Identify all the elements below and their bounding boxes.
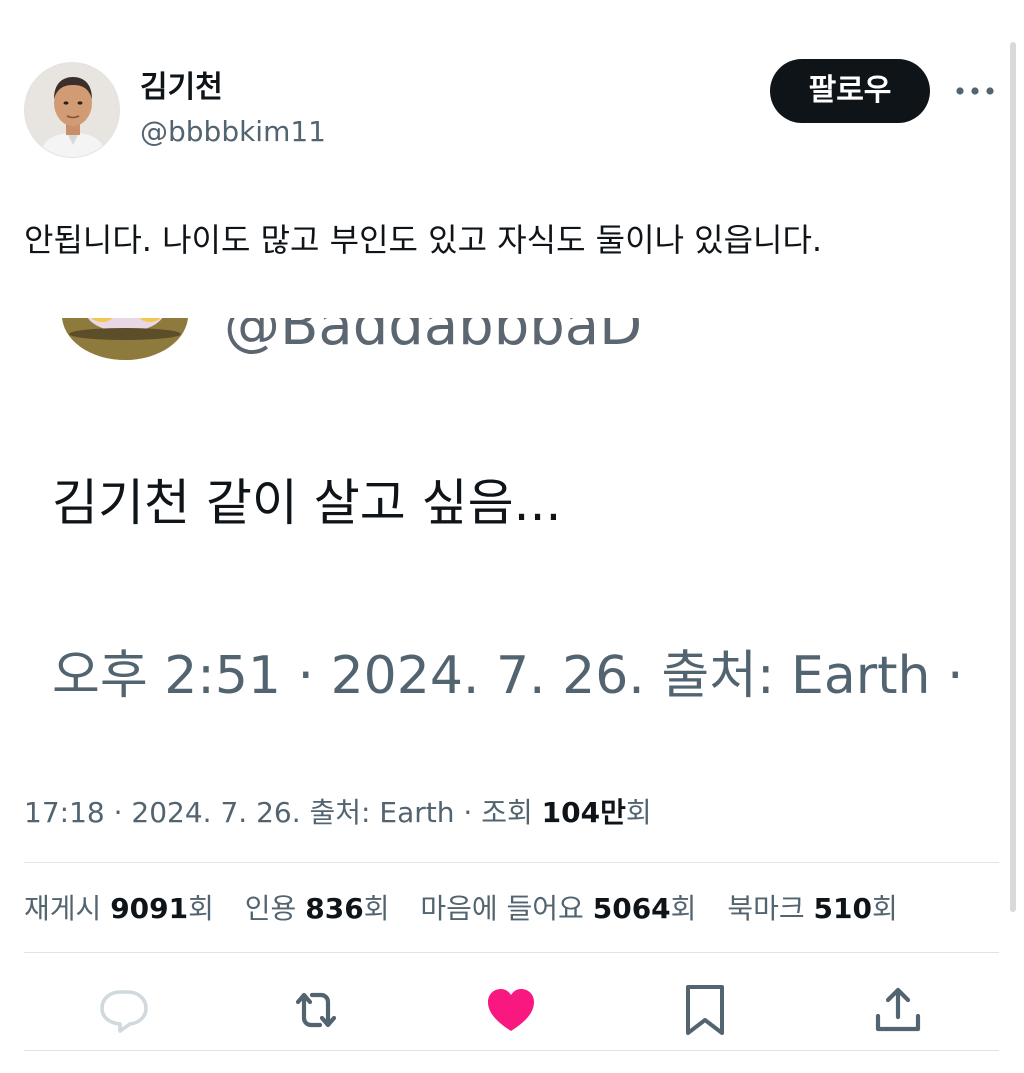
tweet-text: 안됩니다. 나이도 많고 부인도 있고 자식도 둘이나 있읍니다. [24,221,823,259]
bookmarks-stat[interactable]: 북마크 510회 [727,892,897,925]
embedded-tweet-meta: 오후 2:51 · 2024. 7. 26. 출처: Earth · [52,646,964,706]
tweet-date[interactable]: 2024. 7. 26. [131,796,300,829]
tweet-time[interactable]: 17:18 [24,796,105,829]
tweet-meta: 17:18 · 2024. 7. 26. 출처: Earth · 조회 104만… [24,793,652,833]
bookmarks-label: 북마크 [727,892,805,925]
divider [24,952,999,953]
reply-button[interactable] [96,982,152,1038]
author-display-name[interactable]: 김기천 [140,70,223,106]
quotes-label: 인용 [244,892,297,925]
divider [24,1050,999,1051]
quotes-stat[interactable]: 인용 836회 [245,892,390,925]
reposts-stat[interactable]: 재게시 9091회 [24,892,214,925]
stat-suffix: 회 [670,892,697,925]
retweet-button[interactable] [288,982,344,1038]
views-label: 조회 [481,796,533,829]
embedded-handle: @BaddabbbaD [224,318,643,358]
like-button[interactable] [483,982,539,1038]
stat-suffix: 회 [871,892,898,925]
profile-photo-icon [25,63,119,157]
share-button[interactable] [870,982,926,1038]
likes-stat[interactable]: 마음에 들어요 5064회 [420,892,696,925]
embedded-screenshot[interactable]: @BaddabbbaD 김기천 같이 살고 싶음... 오후 2:51 · 20… [24,318,1004,738]
author-avatar[interactable] [24,62,120,158]
retweet-icon [295,992,337,1028]
more-horizontal-icon [956,87,994,95]
stat-suffix: 회 [188,892,214,925]
reply-icon [100,990,148,1033]
divider [24,862,999,863]
bookmark-icon [686,985,724,1035]
bookmark-button[interactable] [677,982,733,1038]
follow-button[interactable]: 팔로우 [770,59,930,123]
views-count: 104만 [541,796,626,829]
tweet-source: 출처: Earth [309,796,455,829]
reposts-label: 재게시 [24,892,102,925]
share-icon [875,987,921,1032]
reposts-count: 9091 [110,892,189,925]
embedded-tweet-text: 김기천 같이 살고 싶음... [52,474,562,532]
bookmarks-count: 510 [813,892,872,925]
more-options-button[interactable] [950,76,1000,106]
engagement-stats: 재게시 9091회 인용 836회 마음에 들어요 5064회 북마크 510회 [24,887,920,931]
likes-label: 마음에 들어요 [420,892,584,925]
cartoon-avatar-icon [62,318,188,360]
author-handle[interactable]: @bbbbkim11 [140,115,326,149]
scrollbar[interactable] [1010,42,1016,912]
likes-count: 5064 [592,892,671,925]
embedded-avatar [62,318,188,360]
quotes-count: 836 [305,892,364,925]
views-suffix: 회 [625,796,652,829]
like-heart-icon [488,989,534,1031]
meta-separator: · [113,796,132,829]
stat-suffix: 회 [363,892,390,925]
meta-separator: · [463,796,482,829]
